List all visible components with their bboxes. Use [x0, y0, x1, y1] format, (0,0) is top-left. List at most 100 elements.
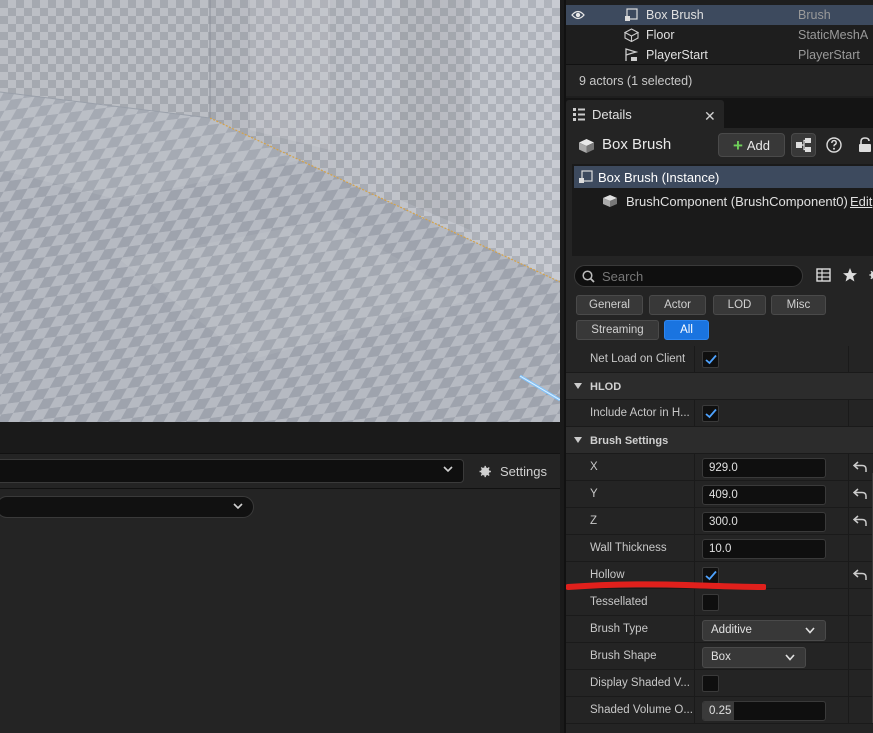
edit-link[interactable]: Edit: [850, 194, 872, 209]
prop-include-actor: Include Actor in H...: [566, 400, 873, 427]
prop-wall-thickness: Wall Thickness 10.0: [566, 535, 873, 562]
eye-icon[interactable]: [571, 9, 585, 21]
chevron-down-icon: [805, 627, 815, 634]
actor-name: Box Brush: [602, 136, 672, 153]
column-divider: [848, 508, 849, 535]
prop-display-shaded: Display Shaded V...: [566, 670, 873, 697]
category-hlod[interactable]: HLOD: [566, 373, 873, 400]
column-divider: [694, 697, 695, 724]
outliner-row-name: Floor: [646, 28, 675, 42]
details-search[interactable]: [574, 265, 803, 287]
lock-icon[interactable]: [858, 137, 872, 153]
z-input[interactable]: 300.0: [702, 512, 826, 532]
prop-label: Wall Thickness: [590, 542, 667, 554]
net-load-checkbox[interactable]: [702, 351, 719, 368]
path-combo[interactable]: [0, 459, 464, 483]
include-actor-checkbox[interactable]: [702, 405, 719, 422]
add-label: Add: [746, 137, 771, 153]
component-tree: Box Brush (Instance) BrushComponent (Bru…: [572, 164, 873, 256]
close-icon[interactable]: ✕: [704, 108, 716, 125]
player-start-icon: [625, 48, 639, 61]
filter-all[interactable]: All: [664, 320, 709, 340]
chevron-down-icon: [443, 466, 453, 473]
column-divider: [848, 589, 849, 616]
column-divider: [848, 346, 849, 373]
brush-type-select[interactable]: Additive: [702, 620, 826, 641]
panel-tab-bar: [0, 422, 560, 454]
outliner-row-name: Box Brush: [646, 8, 704, 22]
outliner-status: 9 actors (1 selected): [566, 64, 873, 96]
prop-label: Y: [590, 488, 598, 500]
shaded-opacity-slider[interactable]: 0.25: [702, 701, 826, 721]
plus-icon: +: [732, 135, 743, 155]
prop-label: Net Load on Client: [590, 353, 686, 365]
search-input[interactable]: [602, 268, 797, 284]
column-divider: [694, 670, 695, 697]
tab-title: Details: [592, 106, 632, 122]
reset-icon[interactable]: [853, 461, 867, 473]
column-divider: [694, 454, 695, 481]
cube-icon: [579, 139, 594, 153]
outliner-row-name: PlayerStart: [646, 48, 708, 62]
category-brush-settings[interactable]: Brush Settings: [566, 427, 873, 454]
outliner-row[interactable]: Floor StaticMeshA: [566, 25, 873, 45]
y-input[interactable]: 409.0: [702, 485, 826, 505]
prop-brush-shape: Brush Shape Box: [566, 643, 873, 670]
table-view-icon[interactable]: [816, 268, 831, 282]
column-divider: [694, 643, 695, 670]
search-icon: [582, 270, 595, 283]
blueprint-icon: [796, 138, 811, 152]
column-divider: [694, 400, 695, 427]
blueprint-button[interactable]: [791, 133, 816, 157]
category-title: Brush Settings: [590, 435, 669, 447]
cube-icon: [603, 195, 617, 207]
star-icon[interactable]: [842, 267, 858, 283]
reset-icon[interactable]: [853, 569, 867, 581]
component-row[interactable]: BrushComponent (BrushComponent0) Edit: [574, 190, 873, 212]
filter-misc[interactable]: Misc: [771, 295, 826, 315]
help-icon[interactable]: [826, 137, 842, 153]
prop-label: Z: [590, 515, 598, 527]
select-value: Additive: [711, 624, 752, 636]
column-divider: [694, 535, 695, 562]
filter-streaming[interactable]: Streaming: [576, 320, 659, 340]
collapse-arrow-icon: [574, 437, 582, 443]
prop-z: Z 300.0: [566, 508, 873, 535]
filter-lod[interactable]: LOD: [713, 295, 766, 315]
prop-label: Brush Shape: [590, 650, 657, 662]
check-icon: [705, 354, 717, 365]
outliner-row[interactable]: PlayerStart PlayerStart: [566, 45, 873, 65]
tab-details[interactable]: Details ✕: [566, 100, 724, 128]
reset-icon[interactable]: [853, 515, 867, 527]
level-viewport[interactable]: [0, 0, 560, 422]
column-divider: [848, 535, 849, 562]
reset-icon[interactable]: [853, 488, 867, 500]
gear-icon: [479, 465, 491, 477]
outliner-row[interactable]: Box Brush Brush: [566, 5, 873, 25]
prop-label: Display Shaded V...: [590, 677, 690, 689]
filter-actor[interactable]: Actor: [649, 295, 706, 315]
settings-button[interactable]: Settings: [476, 459, 547, 483]
outliner-row-type: StaticMeshA: [798, 28, 869, 42]
column-divider: [694, 346, 695, 373]
prop-net-load: Net Load on Client: [566, 346, 873, 373]
add-component-button[interactable]: + Add: [718, 133, 785, 157]
filter-general[interactable]: General: [576, 295, 643, 315]
static-mesh-icon: [624, 28, 639, 42]
tessellated-checkbox[interactable]: [702, 594, 719, 611]
outliner-row-type: PlayerStart: [798, 48, 860, 62]
prop-label: X: [590, 461, 598, 473]
details-icon: [573, 108, 585, 121]
display-shaded-checkbox[interactable]: [702, 675, 719, 692]
wall-thickness-input[interactable]: 10.0: [702, 539, 826, 559]
column-divider: [848, 481, 849, 508]
component-row[interactable]: Box Brush (Instance): [574, 166, 873, 188]
x-input[interactable]: 929.0: [702, 458, 826, 478]
prop-label: Shaded Volume O...: [590, 704, 693, 716]
gear-icon[interactable]: [866, 267, 873, 283]
brush-actor-icon: [579, 170, 593, 183]
column-divider: [848, 697, 849, 724]
column-divider: [694, 508, 695, 535]
brush-shape-select[interactable]: Box: [702, 647, 806, 668]
filter-combo[interactable]: [0, 496, 254, 518]
